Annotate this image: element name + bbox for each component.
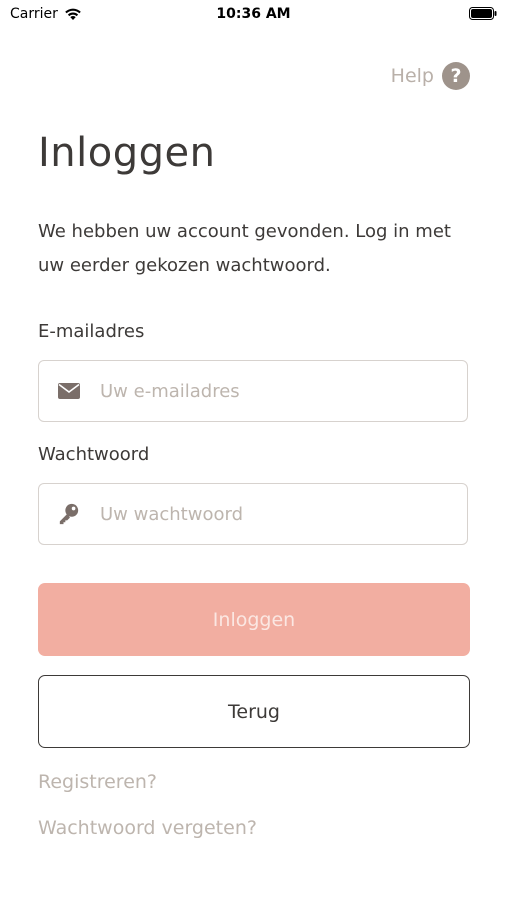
intro-text: We hebben uw account gevonden. Log in me… xyxy=(38,221,451,276)
email-input[interactable] xyxy=(98,379,442,403)
help-button[interactable]: Help ? xyxy=(391,62,470,90)
help-icon: ? xyxy=(442,62,470,90)
status-time: 10:36 AM xyxy=(216,6,291,22)
key-icon xyxy=(58,503,80,525)
help-label: Help xyxy=(390,65,434,87)
email-label: E-mailadres xyxy=(38,321,145,342)
envelope-icon xyxy=(58,380,80,402)
register-link[interactable]: Registreren? xyxy=(38,771,157,793)
status-bar: Carrier 10:36 AM xyxy=(0,0,507,30)
page-title: Inloggen xyxy=(38,130,216,176)
email-field[interactable] xyxy=(38,360,468,422)
battery-icon xyxy=(469,7,497,20)
password-label: Wachtwoord xyxy=(38,444,150,465)
forgot-password-link[interactable]: Wachtwoord vergeten? xyxy=(38,817,257,839)
password-field[interactable] xyxy=(38,483,468,545)
password-input[interactable] xyxy=(98,502,442,526)
back-button[interactable]: Terug xyxy=(38,675,470,748)
login-button[interactable]: Inloggen xyxy=(38,583,470,656)
